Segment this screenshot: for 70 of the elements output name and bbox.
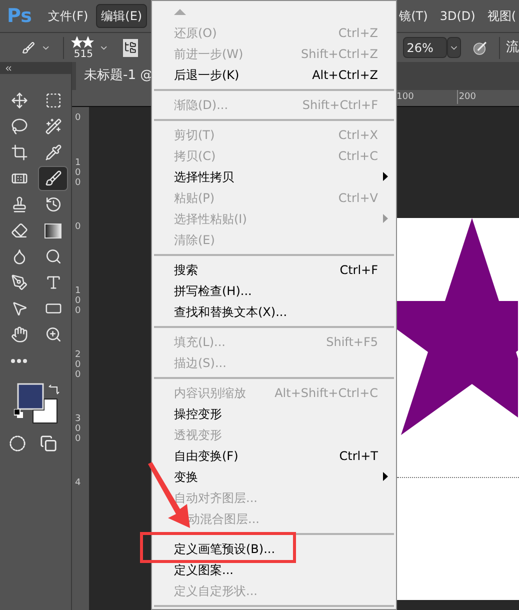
gradient-icon [44, 222, 62, 238]
submenu-arrow-icon [383, 172, 388, 181]
swap-colors-icon[interactable] [48, 383, 60, 395]
menu-item[interactable]: 查找和替换文本(X)... [152, 301, 396, 322]
ruler-label: 4 [75, 478, 81, 488]
brush-panel-button[interactable] [123, 38, 138, 56]
menu-item[interactable]: 搜索 Ctrl+F [152, 259, 396, 280]
brush-icon[interactable] [22, 40, 35, 56]
more-tools-icon [11, 358, 27, 362]
background-color-swatch[interactable] [32, 398, 58, 424]
default-colors-icon[interactable] [14, 409, 24, 419]
shortcut-text: Ctrl+C [338, 148, 378, 164]
menu-bar-item[interactable]: 镜(T) [399, 7, 428, 25]
menu-item[interactable]: 变换 [152, 466, 396, 487]
quick-mask-icon[interactable] [9, 435, 26, 452]
shortcut-text: Shift+F5 [326, 334, 378, 350]
shortcut-text: Ctrl+V [338, 190, 378, 206]
menu-item[interactable]: 操控变形 [152, 403, 396, 424]
shortcut-text: Ctrl+Z [338, 24, 378, 42]
app-logo: Ps [7, 4, 32, 29]
menu-item[interactable]: 选择性拷贝 [152, 166, 396, 187]
brush-panel-icon [124, 41, 137, 54]
ruler-label: 200 [456, 90, 519, 104]
screen-mode-icon[interactable] [40, 435, 57, 452]
crop-icon [10, 144, 28, 161]
menu-item[interactable]: 自由变换(F) Ctrl+T [152, 445, 396, 466]
menu-item[interactable]: 定义图案... [152, 559, 396, 580]
history-brush-icon [44, 196, 62, 213]
ruler-label: 200 [75, 350, 81, 380]
brush-size-text: 515 [74, 50, 93, 60]
eraser-icon [10, 222, 28, 239]
menu-bar-item[interactable]: 3D(D) [440, 7, 476, 25]
brush-tool[interactable] [38, 166, 68, 191]
ruler-label: 0 [75, 222, 81, 232]
ruler-label: 0 [75, 113, 81, 123]
ruler-label: 100 [75, 286, 81, 316]
hand-icon [10, 326, 28, 343]
stamp-icon [10, 196, 28, 213]
shortcut-text: Shift+Ctrl+Z [301, 46, 378, 62]
collapse-icon[interactable] [4, 64, 13, 72]
pen-icon [10, 274, 28, 291]
brush-icon [44, 170, 62, 187]
submenu-arrow-icon [383, 472, 388, 481]
shortcut-text: Ctrl+X [338, 126, 378, 144]
menu-bar-item[interactable]: 文件(F) [44, 4, 92, 28]
eyedropper-icon [44, 144, 62, 161]
shortcut-text: Alt+Shift+Ctrl+C [274, 384, 378, 402]
shortcut-text: Alt+Ctrl+Z [312, 66, 378, 84]
dodge-icon [44, 248, 62, 265]
zoom-icon [44, 326, 62, 343]
menu-item[interactable]: 定义画笔预设(B)... [152, 538, 396, 559]
shortcut-text: Ctrl+T [339, 448, 378, 464]
ruler-label: 100 [75, 158, 81, 188]
flow-label: 流 [506, 38, 519, 57]
text-tool-icon [44, 274, 62, 291]
lasso-icon [10, 118, 28, 135]
menu-bar-item[interactable]: 编辑(E) [96, 4, 148, 28]
shortcut-text: Shift+Ctrl+F [302, 96, 378, 114]
marquee-icon [44, 92, 62, 109]
pointer-icon [10, 300, 28, 317]
quick-select-icon [44, 118, 62, 135]
menu-bar-item[interactable]: 视图( [487, 7, 516, 25]
brush-preset-icon[interactable] [71, 36, 96, 50]
menu-item[interactable]: 拼写检查(H)... [152, 280, 396, 301]
opacity-field[interactable]: 26% [402, 37, 448, 58]
ruler-label: 300 [75, 414, 81, 444]
shortcut-text: Ctrl+F [340, 262, 378, 278]
submenu-arrow-icon [383, 214, 388, 223]
move-icon [10, 92, 28, 109]
foreground-color-swatch[interactable] [17, 383, 44, 410]
